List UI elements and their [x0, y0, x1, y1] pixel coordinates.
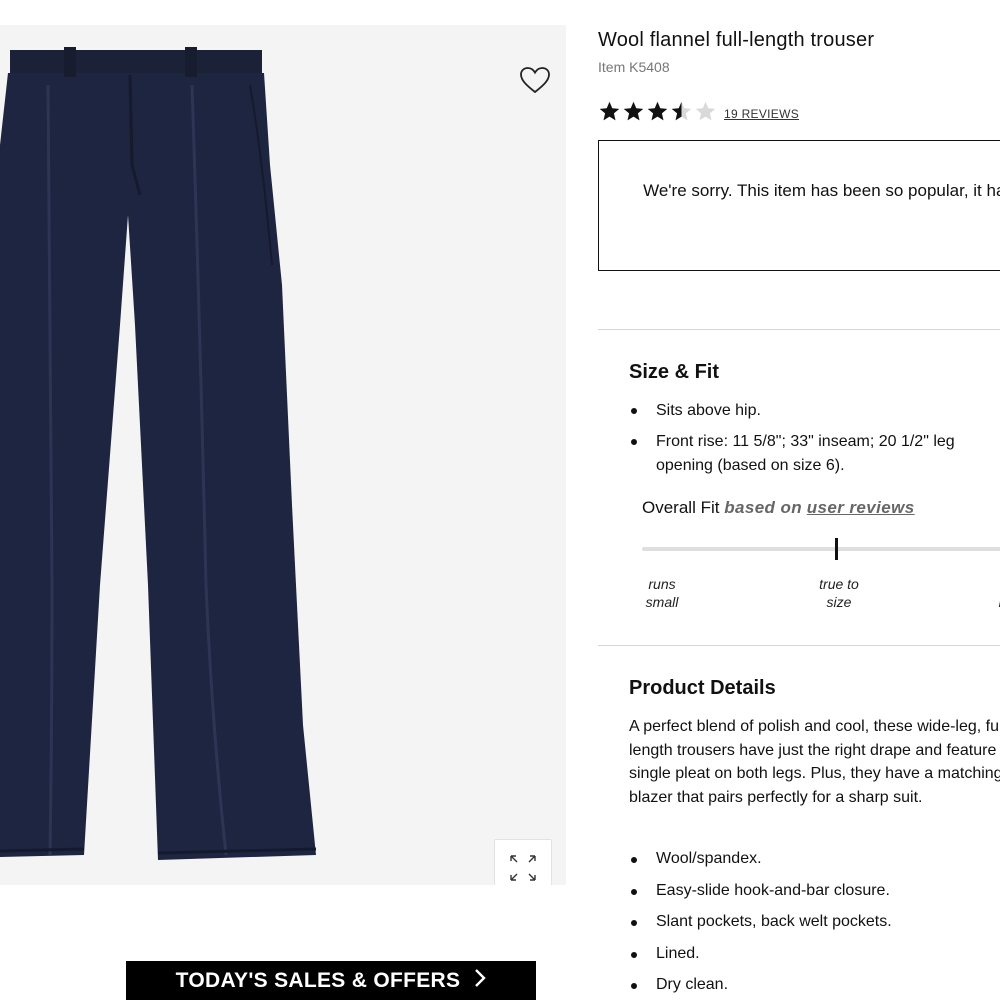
- list-item: Wool/spandex.: [629, 848, 1000, 870]
- fit-scale-runs-small: runs small: [645, 576, 679, 610]
- item-number: Item K5408: [598, 59, 670, 75]
- fit-scale-runs-large: r: [994, 593, 1000, 611]
- list-item: Slant pockets, back welt pockets.: [629, 911, 1000, 933]
- expand-arrows-icon: [510, 855, 536, 881]
- fit-scale-track: [642, 547, 1000, 551]
- sales-offers-banner[interactable]: TODAY'S SALES & OFFERS: [126, 961, 536, 1000]
- section-divider: [598, 329, 1000, 330]
- heart-outline-icon: [520, 67, 550, 94]
- product-title: Wool flannel full-length trouser: [598, 29, 875, 51]
- list-item: Sits above hip.: [629, 399, 1000, 423]
- overall-fit-label: Overall Fit based on user reviews: [642, 498, 915, 518]
- sales-offers-label: TODAY'S SALES & OFFERS: [175, 968, 461, 992]
- fit-scale-true-to-size: true to size: [819, 576, 859, 610]
- section-divider: [598, 645, 1000, 646]
- product-image-panel[interactable]: [0, 25, 566, 885]
- soldout-message: We're sorry. This item has been so popul…: [643, 181, 1000, 200]
- size-fit-list: Sits above hip. Front rise: 11 5/8"; 33"…: [629, 399, 1000, 478]
- size-fit-heading: Size & Fit: [629, 361, 720, 383]
- chevron-right-icon: [474, 968, 487, 994]
- reviews-link[interactable]: 19 REVIEWS: [724, 107, 799, 121]
- star-half-icon: [671, 101, 692, 121]
- star-full-icon: [623, 101, 644, 121]
- product-image: [0, 47, 317, 860]
- list-item: Dry clean.: [629, 974, 1000, 996]
- list-item: Easy-slide hook-and-bar closure.: [629, 880, 1000, 902]
- fit-scale-marker: [834, 538, 838, 560]
- star-full-icon: [599, 101, 620, 121]
- user-reviews-link[interactable]: user reviews: [807, 498, 915, 517]
- list-item: Front rise: 11 5/8"; 33" inseam; 20 1/2"…: [629, 430, 1000, 478]
- zoom-button[interactable]: [494, 839, 552, 885]
- product-description: A perfect blend of polish and cool, thes…: [629, 718, 1000, 807]
- product-details-list: Wool/spandex. Easy-slide hook-and-bar cl…: [629, 848, 1000, 996]
- soldout-message-box: We're sorry. This item has been so popul…: [598, 140, 1000, 271]
- wishlist-button[interactable]: [518, 65, 552, 95]
- star-rating: [598, 100, 717, 123]
- star-empty-icon: [695, 101, 716, 121]
- based-on-text: based on: [724, 498, 803, 517]
- list-item: Lined.: [629, 943, 1000, 965]
- product-details-heading: Product Details: [629, 677, 776, 699]
- star-full-icon: [647, 101, 668, 121]
- overall-fit-text: Overall Fit: [642, 498, 720, 517]
